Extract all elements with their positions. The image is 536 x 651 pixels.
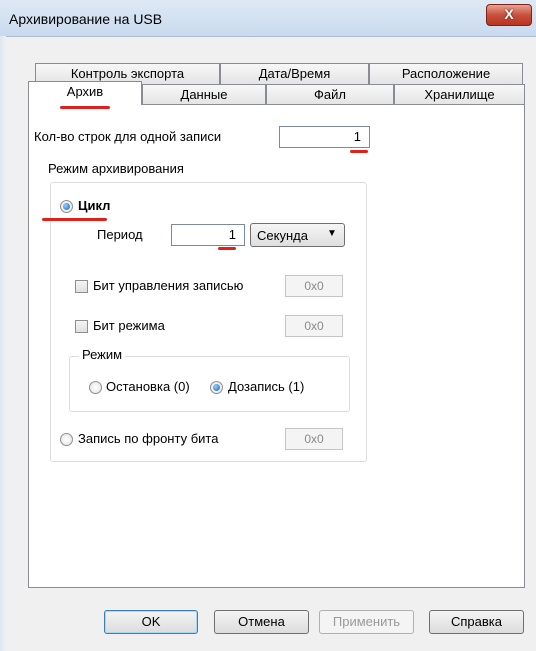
apply-button[interactable]: Применить <box>319 610 414 634</box>
annotation-underline <box>218 247 236 250</box>
window-title: Архивирование на USB <box>9 11 163 27</box>
archive-mode-label: Режим архивирования <box>48 161 184 176</box>
tab-data[interactable]: Данные <box>142 84 266 105</box>
title-bar: Архивирование на USB X <box>0 0 536 37</box>
stop-mode-radio[interactable] <box>89 381 102 394</box>
mode-bit-label: Бит режима <box>93 318 165 333</box>
stop-mode-label: Остановка (0) <box>106 379 190 394</box>
records-per-entry-label: Кол-во строк для одной записи <box>34 129 222 144</box>
mode-bit-address: 0x0 <box>285 315 343 337</box>
annotation-underline <box>350 150 368 153</box>
window-frame-left <box>0 36 6 651</box>
annotation-underline <box>42 218 107 221</box>
append-mode-radio[interactable] <box>210 381 223 394</box>
period-unit-value: Секунда <box>257 228 308 243</box>
tab-archive[interactable]: Архив <box>28 81 142 105</box>
edge-write-label: Запись по фронту бита <box>78 431 219 446</box>
cycle-label: Цикл <box>78 198 111 213</box>
period-label: Период <box>97 227 143 242</box>
write-control-bit-checkbox[interactable] <box>75 280 88 293</box>
tab-storage[interactable]: Хранилище <box>394 84 525 105</box>
help-button[interactable]: Справка <box>429 610 524 634</box>
dialog-window: Архивирование на USB X Контроль экспорта… <box>0 0 536 651</box>
mode-bit-checkbox[interactable] <box>75 320 88 333</box>
tab-location[interactable]: Расположение <box>369 63 523 84</box>
close-icon: X <box>504 6 514 22</box>
ok-button[interactable]: OK <box>104 610 198 634</box>
cycle-radio[interactable] <box>60 200 73 213</box>
tab-date-time[interactable]: Дата/Время <box>220 63 369 84</box>
edge-write-address: 0x0 <box>285 428 343 450</box>
append-mode-label: Дозапись (1) <box>228 379 305 394</box>
close-button[interactable]: X <box>486 4 532 26</box>
period-input[interactable]: 1 <box>171 224 245 246</box>
write-control-bit-label: Бит управления записью <box>93 278 244 293</box>
write-control-bit-address: 0x0 <box>285 275 343 297</box>
archive-mode-group: Цикл Период 1 Секунда ▼ Бит управления з… <box>42 182 367 462</box>
annotation-underline <box>60 106 110 109</box>
cancel-button[interactable]: Отмена <box>214 610 309 634</box>
tab-panel: Кол-во строк для одной записи 1 Режим ар… <box>28 104 525 588</box>
chevron-down-icon: ▼ <box>327 228 337 239</box>
edge-write-radio[interactable] <box>60 433 73 446</box>
tab-file[interactable]: Файл <box>266 84 394 105</box>
mode-group-label: Режим <box>79 347 126 362</box>
period-unit-select[interactable]: Секунда ▼ <box>250 223 345 247</box>
records-per-entry-input[interactable]: 1 <box>279 126 370 148</box>
